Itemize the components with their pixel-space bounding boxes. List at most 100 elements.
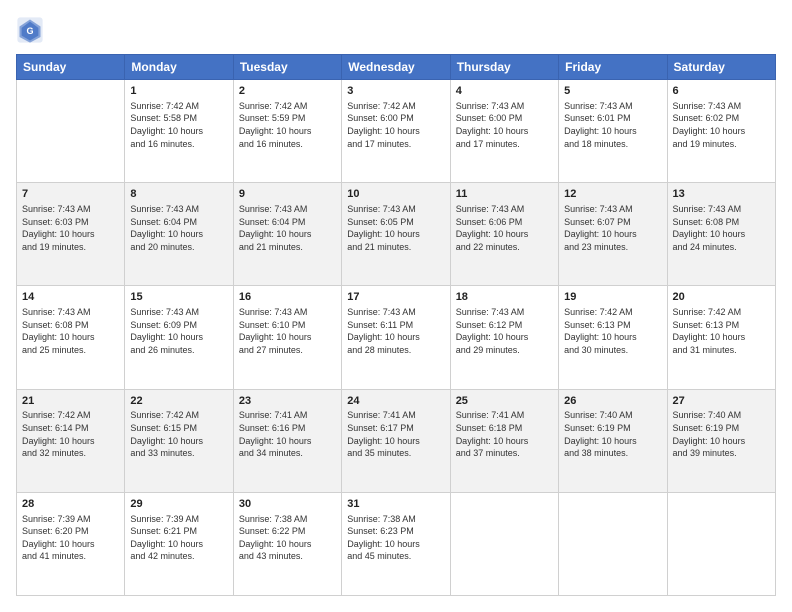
day-info: Sunrise: 7:38 AMSunset: 6:22 PMDaylight:… [239,513,336,563]
day-number: 12 [564,187,661,202]
weekday-sunday: Sunday [17,55,125,80]
sunset-text: Sunset: 6:05 PM [347,217,414,227]
sunrise-text: Sunrise: 7:43 AM [347,204,416,214]
daylight-text: Daylight: 10 hoursand 45 minutes. [347,539,420,562]
calendar-cell: 16 Sunrise: 7:43 AM Sunset: 6:10 PM Dayligh… [233,286,341,389]
sunrise-text: Sunrise: 7:40 AM [673,410,742,420]
calendar-cell: 27Sunrise: 7:40 AMSunset: 6:19 PMDayligh… [667,389,775,492]
daylight-text: Daylight: 10 hoursand 23 minutes. [564,229,637,252]
sunset-text: Sunset: 6:11 PM [347,320,413,330]
day-number: 11 [456,187,553,202]
day-number: 17 [347,290,444,305]
sunset-text: Sunset: 6:21 PM [130,526,197,536]
calendar-cell: 20Sunrise: 7:42 AMSunset: 6:13 PMDayligh… [667,286,775,389]
daylight-text: Daylight: 10 hoursand 22 minutes. [456,229,529,252]
day-info: Sunrise: 7:43 AMSunset: 6:12 PMDaylight:… [456,306,553,356]
sunrise-text: Sunrise: 7:40 AM [564,410,633,420]
sunset-text: Sunset: 6:01 PM [564,113,631,123]
sunrise-text: Sunrise: 7:43 AM [130,204,199,214]
calendar-cell: 21Sunrise: 7:42 AMSunset: 6:14 PMDayligh… [17,389,125,492]
day-number: 1 [130,84,227,99]
day-info: Sunrise: 7:43 AMSunset: 6:08 PMDaylight:… [673,203,770,253]
calendar-cell: 25Sunrise: 7:41 AMSunset: 6:18 PMDayligh… [450,389,558,492]
sunrise-text: Sunrise: 7:42 AM [673,307,742,317]
day-info: Sunrise: 7:40 AM Sunset: 6:19 PM Daylight:… [564,409,661,459]
weekday-header-row: SundayMondayTuesdayWednesdayThursdayFrid… [17,55,776,80]
sunset-text: Sunset: 6:10 PM [239,320,306,330]
day-number: 16 [239,290,336,305]
calendar-cell: 14Sunrise: 7:43 AMSunset: 6:08 PMDayligh… [17,286,125,389]
calendar-week-row: 14Sunrise: 7:43 AMSunset: 6:08 PMDayligh… [17,286,776,389]
calendar-cell: 22Sunrise: 7:42 AMSunset: 6:15 PMDayligh… [125,389,233,492]
daylight-text: Daylight: 10 hoursand 35 minutes. [347,436,420,459]
calendar-cell: 4Sunrise: 7:43 AMSunset: 6:00 PMDaylight… [450,80,558,183]
daylight-text: Daylight: 10 hoursand 32 minutes. [22,436,95,459]
logo: G [16,16,48,44]
day-number: 18 [456,290,553,305]
day-info: Sunrise: 7:43 AMSunset: 6:06 PMDaylight:… [456,203,553,253]
sunrise-text: Sunrise: 7:38 AM [347,514,416,524]
sunrise-text: Sunrise: 7:39 AM [22,514,91,524]
sunset-text: Sunset: 6:00 PM [456,113,523,123]
calendar-cell: 5Sunrise: 7:43 AMSunset: 6:01 PMDaylight… [559,80,667,183]
day-number: 19 [564,290,661,305]
day-info: Sunrise: 7:41 AMSunset: 6:16 PMDaylight:… [239,409,336,459]
sunset-text: Sunset: 6:15 PM [130,423,197,433]
daylight-text: Daylight: 10 hoursand 26 minutes. [130,332,203,355]
daylight-text: Daylight: 10 hoursand 18 minutes. [564,126,637,149]
sunrise-text: Sunrise: 7:43 AM [456,307,525,317]
weekday-friday: Friday [559,55,667,80]
day-info: Sunrise: 7:42 AMSunset: 6:13 PMDaylight:… [564,306,661,356]
daylight-text: Daylight: 10 hoursand 39 minutes. [673,436,746,459]
sunrise-text: Sunrise: 7:38 AM [239,514,308,524]
day-number: 13 [673,187,770,202]
daylight-text: Daylight: 10 hoursand 38 minutes. [564,436,637,459]
daylight-text: Daylight: 10 hoursand 24 minutes. [673,229,746,252]
day-info: Sunrise: 7:39 AMSunset: 6:21 PMDaylight:… [130,513,227,563]
day-info: Sunrise: 7:43 AMSunset: 6:03 PMDaylight:… [22,203,119,253]
calendar-cell: 18Sunrise: 7:43 AMSunset: 6:12 PMDayligh… [450,286,558,389]
generalblue-logo-icon: G [16,16,44,44]
sunset-text: Sunset: 6:19 PM [564,423,631,433]
day-number: 24 [347,394,444,409]
calendar-week-row: 21Sunrise: 7:42 AMSunset: 6:14 PMDayligh… [17,389,776,492]
calendar-cell: 6Sunrise: 7:43 AMSunset: 6:02 PMDaylight… [667,80,775,183]
sunrise-text: Sunrise: 7:43 AM [564,101,633,111]
sunrise-text: Sunrise: 7:42 AM [239,101,308,111]
daylight-text: Daylight: 10 hoursand 21 minutes. [347,229,420,252]
daylight-text: Daylight: 10 hoursand 25 minutes. [22,332,95,355]
day-info: Sunrise: 7:42 AMSunset: 6:15 PMDaylight:… [130,409,227,459]
calendar-cell: 17Sunrise: 7:43 AMSunset: 6:11 PMDayligh… [342,286,450,389]
page: G SundayMondayTuesdayWednesdayThursdayFr… [0,0,792,612]
calendar-cell: 3Sunrise: 7:42 AMSunset: 6:00 PMDaylight… [342,80,450,183]
calendar-cell: 1Sunrise: 7:42 AMSunset: 5:58 PMDaylight… [125,80,233,183]
sunset-text: Sunset: 5:59 PM [239,113,306,123]
sunset-text: Sunset: 6:18 PM [456,423,523,433]
daylight-text: Daylight: 10 hoursand 17 minutes. [347,126,420,149]
header: G [16,16,776,44]
calendar-cell: 30Sunrise: 7:38 AMSunset: 6:22 PMDayligh… [233,492,341,595]
day-number: 14 [22,290,119,305]
sunrise-text: Sunrise: 7:41 AM [347,410,416,420]
calendar-week-row: 7Sunrise: 7:43 AMSunset: 6:03 PMDaylight… [17,183,776,286]
day-info: Sunrise: 7:40 AMSunset: 6:19 PMDaylight:… [673,409,770,459]
sunset-text: Sunset: 5:58 PM [130,113,197,123]
day-number: 29 [130,497,227,512]
sunrise-text: Sunrise: 7:43 AM [239,307,308,317]
day-info: Sunrise: 7:42 AMSunset: 5:58 PMDaylight:… [130,100,227,150]
sunset-text: Sunset: 6:08 PM [673,217,740,227]
sunrise-text: Sunrise: 7:43 AM [130,307,199,317]
sunset-text: Sunset: 6:00 PM [347,113,414,123]
sunrise-text: Sunrise: 7:43 AM [239,204,308,214]
daylight-text: Daylight: 10 hoursand 20 minutes. [130,229,203,252]
daylight-text: Daylight: 10 hoursand 41 minutes. [22,539,95,562]
daylight-text: Daylight: 10 hoursand 27 minutes. [239,332,312,355]
sunrise-text: Sunrise: 7:42 AM [22,410,91,420]
sunset-text: Sunset: 6:16 PM [239,423,306,433]
calendar-body: 1Sunrise: 7:42 AMSunset: 5:58 PMDaylight… [17,80,776,596]
weekday-saturday: Saturday [667,55,775,80]
daylight-text: Daylight: 10 hoursand 19 minutes. [673,126,746,149]
day-info: Sunrise: 7:42 AMSunset: 5:59 PMDaylight:… [239,100,336,150]
daylight-text: Daylight: 10 hoursand 37 minutes. [456,436,529,459]
day-number: 15 [130,290,227,305]
